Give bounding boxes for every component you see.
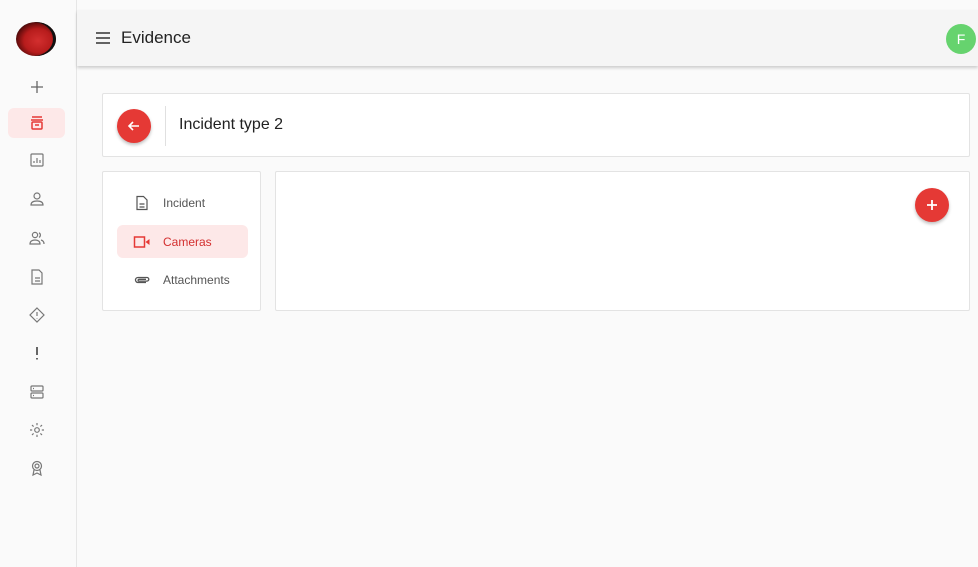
sidebar-item-awards[interactable]: [8, 453, 65, 483]
menu-icon[interactable]: [95, 29, 111, 47]
sidebar-item-documents[interactable]: [8, 262, 65, 292]
warning-diamond-icon: [28, 307, 45, 323]
section-nav: Incident Cameras Attachments: [102, 171, 261, 311]
plus-icon: [927, 200, 937, 210]
document-icon: [133, 194, 151, 212]
incident-title: Incident type 2: [179, 116, 284, 133]
server-icon: [29, 385, 44, 399]
top-bar: Evidence F: [77, 10, 978, 66]
tab-label: Cameras: [163, 234, 212, 249]
sidebar-item-reports[interactable]: [8, 145, 65, 175]
settings-icon: [29, 423, 44, 437]
sidebar-item-servers[interactable]: [8, 377, 65, 407]
sidebar-item-users[interactable]: [8, 223, 65, 253]
users-icon: [28, 231, 45, 245]
page-title: Evidence: [121, 28, 191, 47]
badge-icon: [31, 460, 42, 477]
add-camera-button[interactable]: [915, 188, 949, 222]
camera-icon: [133, 233, 151, 251]
report-icon: [29, 153, 44, 167]
sidebar-item-alerts[interactable]: [8, 300, 65, 330]
archive-icon: [30, 116, 43, 130]
sidebar-item-settings[interactable]: [8, 415, 65, 445]
sidebar-item-add[interactable]: [8, 72, 65, 102]
incident-header-card: Incident type 2: [102, 93, 970, 157]
sidebar-item-evidence[interactable]: [8, 108, 65, 138]
app-logo: [16, 22, 56, 56]
back-button[interactable]: [117, 109, 151, 143]
sidebar: [0, 0, 77, 567]
paperclip-icon: [133, 271, 151, 289]
sidebar-item-issues[interactable]: [8, 338, 65, 368]
document-icon: [30, 269, 43, 285]
plus-icon: [30, 81, 43, 93]
tab-incident[interactable]: Incident: [117, 186, 248, 219]
exclamation-icon: [35, 347, 38, 360]
cameras-panel: [275, 171, 970, 311]
divider: [165, 106, 166, 146]
tab-cameras[interactable]: Cameras: [117, 225, 248, 258]
arrow-left-icon: [127, 121, 139, 131]
tab-label: Attachments: [163, 272, 230, 287]
tab-label: Incident: [163, 195, 206, 210]
user-icon: [29, 192, 44, 206]
sidebar-item-user[interactable]: [8, 184, 65, 214]
tab-attachments[interactable]: Attachments: [117, 263, 248, 296]
avatar[interactable]: F: [946, 24, 976, 54]
